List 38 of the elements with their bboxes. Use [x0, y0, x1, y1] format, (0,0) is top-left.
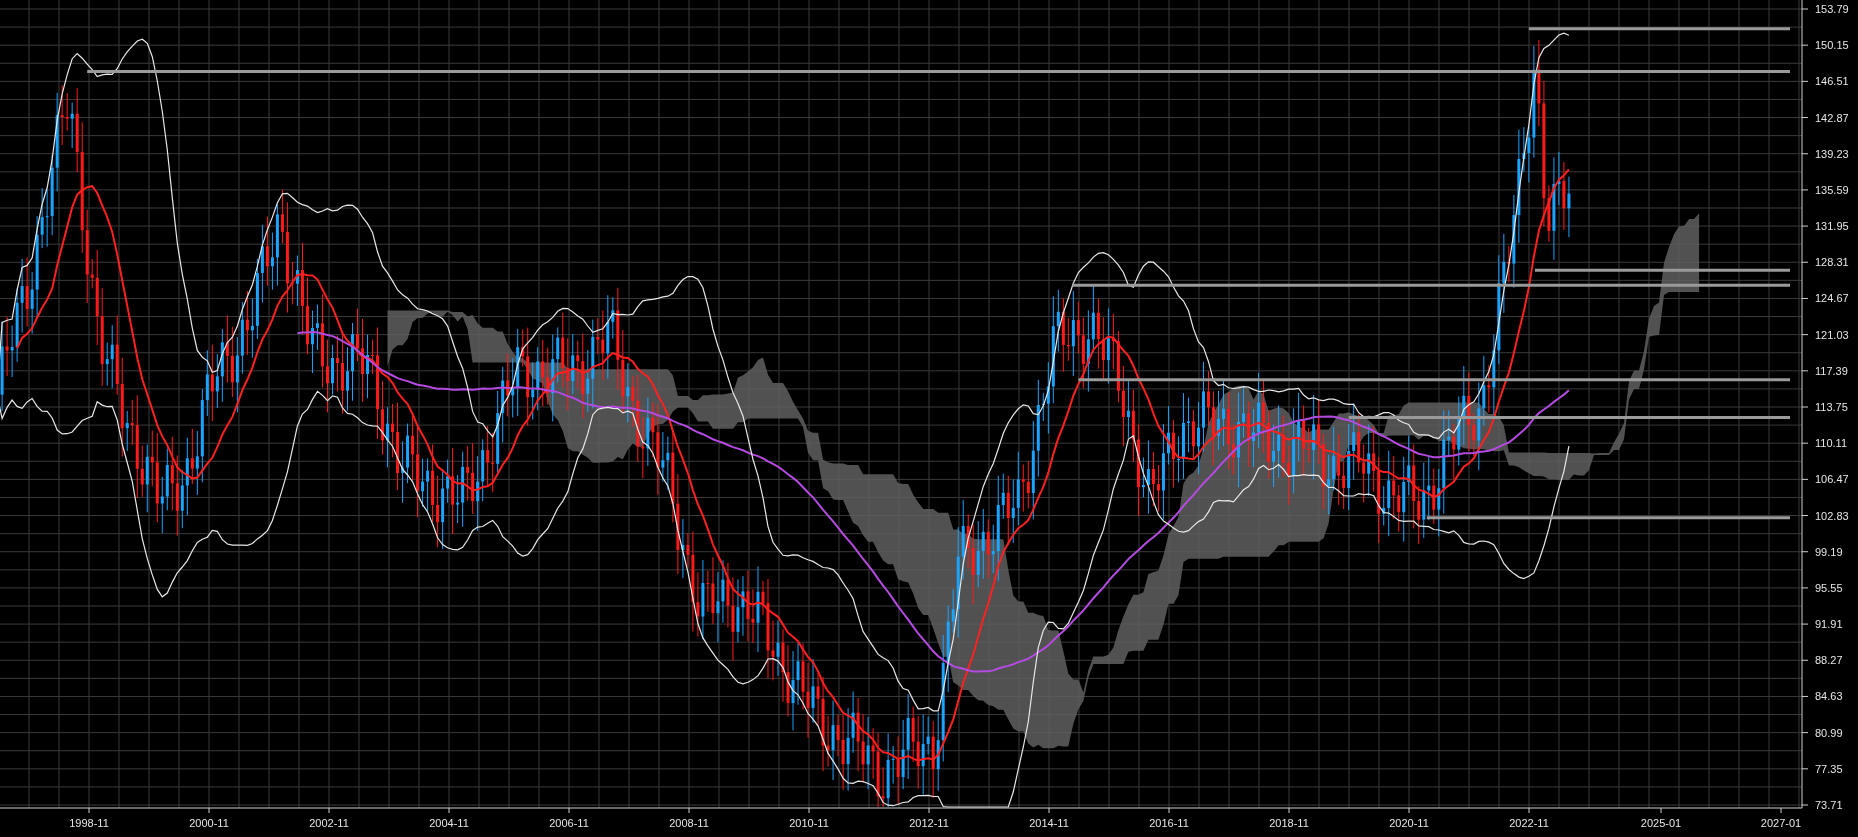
price-axis-label: 153.79 — [1815, 3, 1849, 15]
price-axis-label: 99.19 — [1815, 545, 1843, 558]
price-axis-label: 131.95 — [1815, 220, 1849, 233]
price-axis-label: 91.91 — [1815, 618, 1843, 631]
price-axis-label: 110.11 — [1815, 437, 1847, 450]
date-axis-label: 1998-11 — [69, 817, 109, 829]
price-axis-label: 117.39 — [1815, 364, 1848, 377]
price-axis-label: 135.59 — [1815, 183, 1849, 196]
date-axis-label: 2008-11 — [669, 817, 709, 829]
date-axis-label: 2006-11 — [549, 817, 589, 829]
price-axis-label: 124.67 — [1815, 292, 1849, 305]
date-axis-label: 2018-11 — [1269, 817, 1309, 829]
date-axis-label: 2000-11 — [189, 817, 229, 829]
date-axis-label: 2016-11 — [1149, 817, 1189, 829]
date-axis-label: 2025-01 — [1640, 817, 1682, 829]
date-axis-label: 2010-11 — [789, 817, 829, 829]
price-axis-label: 113.75 — [1815, 401, 1848, 413]
price-axis-label: 128.31 — [1815, 256, 1849, 269]
date-axis-label: 2004-11 — [429, 817, 469, 829]
price-axis-label: 106.47 — [1815, 473, 1849, 486]
price-axis-label: 95.55 — [1815, 581, 1843, 594]
price-axis-label: 142.87 — [1815, 111, 1849, 124]
price-axis-label: 146.51 — [1815, 75, 1849, 88]
date-axis-label: 2002-11 — [309, 817, 349, 829]
date-axis-label: 2014-11 — [1029, 817, 1069, 829]
price-axis-label: 84.63 — [1815, 690, 1843, 703]
date-axis-label: 2022-11 — [1509, 817, 1549, 829]
date-axis-label: 2012-11 — [909, 817, 949, 829]
price-axis-label: 80.99 — [1815, 726, 1843, 739]
date-axis-label: 2027-01 — [1760, 817, 1802, 829]
price-axis-label: 102.83 — [1815, 509, 1849, 522]
price-axis-label: 121.03 — [1815, 328, 1849, 341]
price-axis-label: 73.71 — [1815, 799, 1843, 811]
date-axis-label: 2020-11 — [1389, 817, 1429, 829]
price-axis-label: 88.27 — [1815, 654, 1843, 667]
price-axis-label: 150.15 — [1815, 39, 1849, 52]
price-axis-label: 139.23 — [1815, 147, 1849, 160]
price-axis-label: 77.35 — [1815, 762, 1843, 775]
